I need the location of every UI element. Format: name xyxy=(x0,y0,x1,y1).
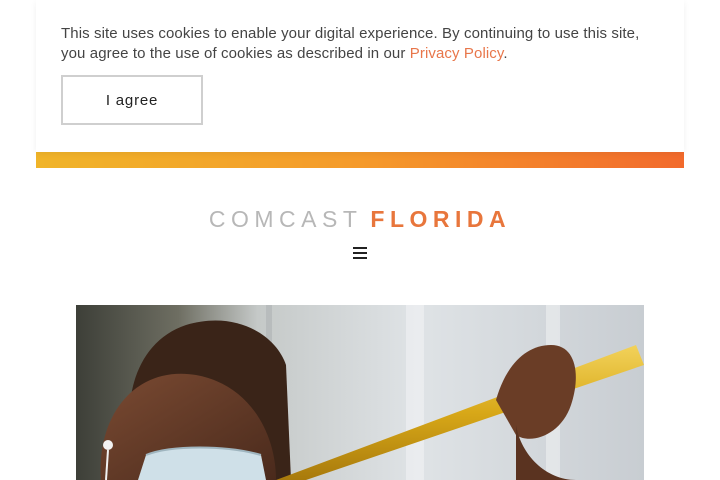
page: This site uses cookies to enable your di… xyxy=(0,0,720,480)
hamburger-menu-icon[interactable] xyxy=(350,243,370,263)
brand-name-comcast: COMCAST xyxy=(208,206,363,232)
menu-bar-top xyxy=(353,247,367,249)
cookie-message: This site uses cookies to enable your di… xyxy=(61,24,651,64)
brand-name-florida: FLORIDA xyxy=(370,206,512,232)
menu-bar-bottom xyxy=(353,257,367,259)
menu-bar-middle xyxy=(353,252,367,254)
header-gradient-bar xyxy=(36,152,684,168)
hero-image xyxy=(76,305,644,480)
cookie-message-text: This site uses cookies to enable your di… xyxy=(61,25,640,62)
site-logo[interactable]: COMCAST FLORIDA xyxy=(0,204,720,234)
hero-photo-illustration xyxy=(76,305,644,480)
agree-button[interactable]: I agree xyxy=(61,75,203,125)
cookie-banner: This site uses cookies to enable your di… xyxy=(36,0,684,152)
cookie-message-period: . xyxy=(503,45,508,62)
privacy-policy-link[interactable]: Privacy Policy xyxy=(410,45,504,62)
